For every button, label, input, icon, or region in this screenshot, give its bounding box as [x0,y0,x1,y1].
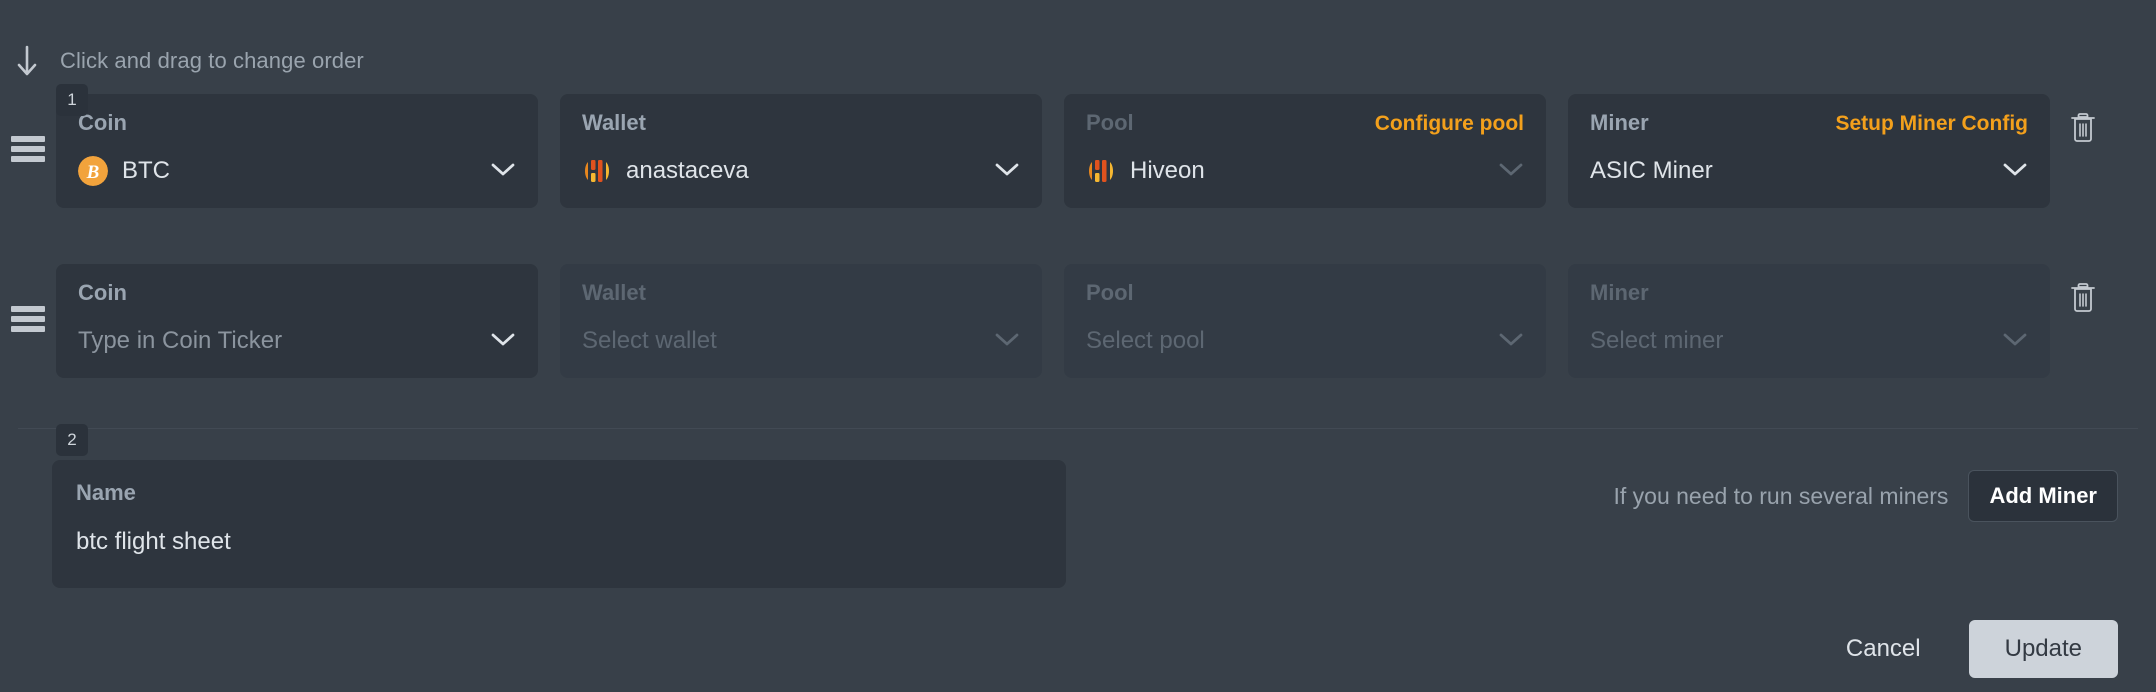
add-miner-section: If you need to run several miners Add Mi… [1613,470,2118,522]
trash-icon[interactable] [2068,280,2098,314]
field-coin-control[interactable]: B BTC [78,148,516,194]
field-wallet-value: anastaceva [626,157,749,184]
miner-row: 2 Coin Type in Coin Ticker Wallet Select… [0,254,2156,456]
row-fields: Coin B BTC Wallet anastaceva Pool Config… [56,84,2050,208]
field-pool-placeholder: Select pool [1086,327,1205,354]
field-pool: Pool Select pool [1064,264,1546,378]
configure-pool-link[interactable]: Configure pool [1375,112,1524,136]
chevron-down-icon[interactable] [2002,161,2028,182]
field-wallet-placeholder: Select wallet [582,327,717,354]
field-coin-value: BTC [122,157,170,184]
row-delete-column [2050,84,2116,144]
field-pool-control[interactable]: Hiveon [1086,148,1524,194]
chevron-down-icon[interactable] [994,161,1020,182]
field-miner-control[interactable]: ASIC Miner [1590,148,2028,194]
field-miner-header: Miner [1590,280,2028,312]
row-number-badge: 2 [56,424,88,456]
field-wallet-label: Wallet [582,280,646,305]
row-number-badge: 1 [56,84,88,116]
field-pool-label: Pool [1086,110,1134,135]
field-wallet-control[interactable]: anastaceva [582,148,1020,194]
name-field-label: Name [76,480,136,505]
field-miner-label: Miner [1590,280,1649,305]
name-input[interactable]: btc flight sheet [76,528,1042,556]
field-wallet[interactable]: Wallet anastaceva [560,94,1042,208]
field-coin-label: Coin [78,280,127,305]
field-miner-header: Miner Setup Miner Config [1590,110,2028,142]
chevron-down-icon[interactable] [1498,161,1524,182]
field-coin-header: Coin [78,110,516,142]
field-coin-header: Coin [78,280,516,312]
field-coin[interactable]: Coin Type in Coin Ticker [56,264,538,378]
miner-rows: 1 Coin B BTC Wallet anastaceva Pool Conf… [0,84,2156,456]
footer-buttons: Cancel Update [1842,620,2118,678]
chevron-down-icon[interactable] [490,161,516,182]
update-button[interactable]: Update [1968,620,2118,678]
setup-miner-config-link[interactable]: Setup Miner Config [1836,112,2029,136]
field-coin-placeholder: Type in Coin Ticker [78,327,283,354]
field-miner-placeholder: Select miner [1590,327,1724,354]
hiveon-icon [582,156,612,186]
trash-icon[interactable] [2068,110,2098,144]
row-delete-column [2050,254,2116,314]
field-miner: Miner Select miner [1568,264,2050,378]
field-miner-control: Select miner [1590,318,2028,364]
svg-text:B: B [86,162,100,183]
field-miner-value: ASIC Miner [1590,157,1713,184]
hiveon-icon [1086,156,1116,186]
chevron-down-icon[interactable] [490,331,516,352]
field-pool-header: Pool [1086,280,1524,312]
drag-hint-text: Click and drag to change order [60,48,364,73]
row-handle-column [0,84,56,254]
section-divider [18,428,2138,429]
field-wallet-label: Wallet [582,110,646,135]
chevron-down-icon [2002,331,2028,352]
miner-row: 1 Coin B BTC Wallet anastaceva Pool Conf… [0,84,2156,254]
field-miner[interactable]: Miner Setup Miner Config ASIC Miner [1568,94,2050,208]
bitcoin-icon: B [78,156,108,186]
arrow-down-icon [14,44,40,78]
cancel-button[interactable]: Cancel [1842,625,1925,673]
field-coin-control[interactable]: Type in Coin Ticker [78,318,516,364]
add-miner-button[interactable]: Add Miner [1968,470,2118,522]
field-miner-label: Miner [1590,110,1649,135]
drag-hint: Click and drag to change order [0,44,364,78]
field-wallet-control: Select wallet [582,318,1020,364]
add-miner-hint: If you need to run several miners [1613,482,1949,509]
field-pool-header: Pool Configure pool [1086,110,1524,142]
field-pool[interactable]: Pool Configure pool Hiveon [1064,94,1546,208]
chevron-down-icon [1498,331,1524,352]
field-pool-control: Select pool [1086,318,1524,364]
field-wallet-header: Wallet [582,280,1020,312]
name-field[interactable]: Name btc flight sheet [52,460,1066,588]
field-wallet: Wallet Select wallet [560,264,1042,378]
field-pool-value: Hiveon [1130,157,1205,184]
row-handle-column [0,254,56,424]
drag-handle-icon[interactable] [11,136,45,162]
row-fields: Coin Type in Coin Ticker Wallet Select w… [56,254,2050,378]
field-coin[interactable]: Coin B BTC [56,94,538,208]
field-wallet-header: Wallet [582,110,1020,142]
field-pool-label: Pool [1086,280,1134,305]
chevron-down-icon [994,331,1020,352]
drag-handle-icon[interactable] [11,306,45,332]
flight-sheet-editor: Click and drag to change order 1 Coin B … [0,0,2156,692]
